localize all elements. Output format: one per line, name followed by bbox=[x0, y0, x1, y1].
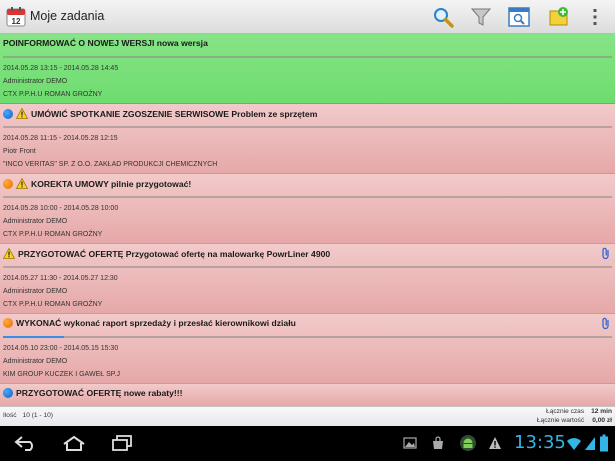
filter-button[interactable] bbox=[468, 4, 494, 30]
task-list[interactable]: POINFORMOWAĆ O NOWEJ WERSJI nowa wersja … bbox=[0, 34, 615, 406]
search-icon bbox=[434, 8, 454, 28]
task-title-row: UMÓWIĆ SPOTKANIE ZGOSZENIE SERWISOWE Pro… bbox=[3, 108, 317, 119]
add-task-icon bbox=[549, 7, 568, 26]
app-title: Moje zadania bbox=[30, 9, 105, 23]
home-icon[interactable] bbox=[60, 434, 88, 452]
task-company: CTX P.P.H.U ROMAN GROŹNY bbox=[3, 231, 103, 238]
calendar-app-icon[interactable]: 12 bbox=[6, 6, 26, 27]
summary-footer: Ilość 10 (1 - 10) Łącznie czas 12 min Łąc… bbox=[0, 406, 615, 426]
total-value-label: Łącznie wartość bbox=[536, 416, 585, 424]
task-item[interactable]: WYKONAĆ wykonać raport sprzedaży i przes… bbox=[0, 314, 615, 384]
task-title-row: KOREKTA UMOWY pilnie przygotować! bbox=[3, 178, 191, 189]
attachment-icon[interactable] bbox=[601, 317, 611, 330]
task-title: POINFORMOWAĆ O NOWEJ WERSJI nowa wersja bbox=[3, 38, 208, 48]
task-dates: 2014.05.27 11:30 - 2014.05.27 12:30 bbox=[3, 275, 118, 282]
task-dates: 2014.05.28 13:15 - 2014.05.28 14:45 bbox=[3, 65, 119, 72]
calendar-day: 12 bbox=[12, 17, 21, 26]
task-company: CTX P.P.H.U ROMAN GROŹNY bbox=[3, 91, 103, 98]
task-separator bbox=[3, 126, 612, 128]
gallery-icon bbox=[403, 437, 417, 449]
browser-search-button[interactable] bbox=[506, 4, 532, 30]
store-icon bbox=[433, 436, 443, 449]
count-value: 10 (1 - 10) bbox=[22, 412, 53, 419]
task-title: UMÓWIĆ SPOTKANIE ZGOSZENIE SERWISOWE Pro… bbox=[31, 108, 318, 119]
task-title: PRZYGOTOWAĆ OFERTĘ Przygotować ofertę na… bbox=[18, 248, 331, 259]
battery-icon bbox=[600, 434, 608, 452]
task-dates: 2014.05.28 11:15 - 2014.05.28 12:15 bbox=[3, 135, 118, 142]
task-company: KIM GROUP KUCZEK I GAWEŁ SP.J bbox=[3, 371, 120, 378]
status-clock: 13:35 bbox=[514, 432, 566, 453]
task-title-row: WYKONAĆ wykonać raport sprzedaży i przes… bbox=[3, 318, 296, 328]
android-icon bbox=[460, 435, 476, 451]
priority-dot-icon bbox=[3, 178, 13, 189]
priority-dot-icon bbox=[3, 318, 13, 328]
task-separator bbox=[3, 56, 612, 58]
warning-icon bbox=[16, 108, 28, 119]
task-company: "INCO VERITAS" SP. Z O.O. ZAKŁAD PRODUKC… bbox=[3, 161, 218, 168]
task-separator bbox=[3, 266, 612, 268]
task-item[interactable]: POINFORMOWAĆ O NOWEJ WERSJI nowa wersja … bbox=[0, 34, 615, 104]
task-company: CTX P.P.H.U ROMAN GROŹNY bbox=[3, 301, 103, 308]
browser-search-icon bbox=[508, 7, 530, 27]
task-separator bbox=[3, 336, 612, 338]
add-task-button[interactable] bbox=[545, 4, 571, 30]
total-time-label: Łącznie czas bbox=[546, 408, 585, 415]
task-progress-bar bbox=[3, 336, 64, 338]
search-button[interactable] bbox=[430, 4, 456, 30]
task-title-row: PRZYGOTOWAĆ OFERTĘ Przygotować ofertę na… bbox=[3, 248, 330, 259]
priority-dot-icon bbox=[3, 388, 13, 398]
back-icon[interactable] bbox=[12, 434, 40, 452]
task-item[interactable]: UMÓWIĆ SPOTKANIE ZGOSZENIE SERWISOWE Pro… bbox=[0, 104, 615, 174]
signal-icon bbox=[585, 437, 595, 450]
task-separator bbox=[3, 196, 612, 198]
task-person: Piotr Front bbox=[3, 148, 36, 155]
totals: Łącznie czas 12 min Łącznie wartość 0,00… bbox=[537, 408, 612, 425]
task-person: Administrator DEMO bbox=[3, 358, 68, 365]
overflow-menu-icon bbox=[593, 9, 597, 25]
warning-icon bbox=[3, 248, 15, 259]
task-dates: 2014.05.28 10:00 - 2014.05.28 10:00 bbox=[3, 205, 119, 212]
task-dates: 2014.05.10 23:00 - 2014.05.15 15:30 bbox=[3, 345, 119, 352]
warning-icon bbox=[489, 437, 501, 449]
task-title: WYKONAĆ wykonać raport sprzedaży i przes… bbox=[16, 318, 296, 328]
task-person: Administrator DEMO bbox=[3, 288, 68, 295]
recent-apps-icon[interactable] bbox=[108, 434, 136, 452]
task-title: KOREKTA UMOWY pilnie przygotować! bbox=[31, 178, 192, 189]
task-title: PRZYGOTOWAĆ OFERTĘ nowe rabaty!!! bbox=[16, 388, 183, 398]
total-time-value: 12 min bbox=[591, 408, 612, 415]
task-item[interactable]: PRZYGOTOWAĆ OFERTĘ nowe rabaty!!! bbox=[0, 384, 615, 406]
task-item[interactable]: KOREKTA UMOWY pilnie przygotować! 2014.0… bbox=[0, 174, 615, 244]
task-title-row: POINFORMOWAĆ O NOWEJ WERSJI nowa wersja bbox=[3, 38, 208, 48]
task-item[interactable]: PRZYGOTOWAĆ OFERTĘ Przygotować ofertę na… bbox=[0, 244, 615, 314]
total-value-value: 0,00 zł bbox=[592, 416, 612, 424]
attachment-icon[interactable] bbox=[601, 247, 611, 260]
action-bar: 12 Moje zadania bbox=[0, 0, 615, 34]
warning-icon bbox=[16, 178, 28, 189]
task-count: Ilość 10 (1 - 10) bbox=[3, 412, 53, 419]
overflow-menu-button[interactable] bbox=[585, 4, 605, 30]
wifi-icon bbox=[567, 438, 581, 450]
filter-icon bbox=[470, 8, 492, 26]
task-title-row: PRZYGOTOWAĆ OFERTĘ nowe rabaty!!! bbox=[3, 388, 182, 398]
count-label: Ilość bbox=[3, 412, 17, 419]
task-person: Administrator DEMO bbox=[3, 78, 68, 85]
system-navigation-bar: 13:35 bbox=[0, 426, 615, 461]
task-person: Administrator DEMO bbox=[3, 218, 68, 225]
priority-dot-icon bbox=[3, 108, 13, 119]
